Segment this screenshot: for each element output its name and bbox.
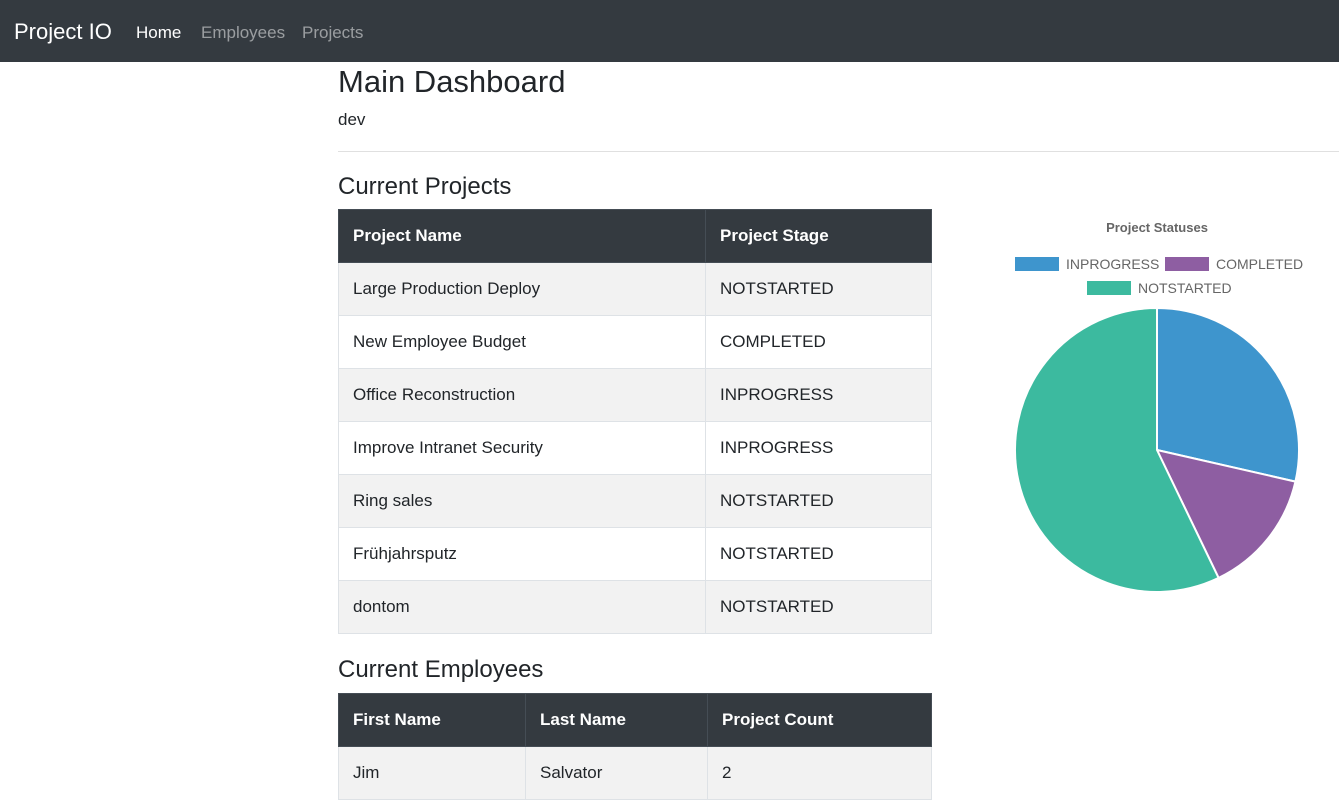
column-header-project-stage: Project Stage [705,209,932,263]
project-count-cell: 2 [707,746,932,800]
page-subtitle: dev [338,110,366,129]
nav-home[interactable]: Home [136,22,181,44]
table-row: Improve Intranet Security INPROGRESS [338,421,932,475]
divider [338,151,1339,152]
project-stage-cell: NOTSTARTED [705,580,932,634]
column-header-first-name: First Name [338,693,526,747]
page-title: Main Dashboard [338,64,566,99]
column-header-project-name: Project Name [338,209,706,263]
nav-projects[interactable]: Projects [302,22,363,44]
legend-swatch-completed[interactable] [1165,257,1209,271]
legend-label-notstarted[interactable]: NOTSTARTED [1138,280,1232,296]
project-stage-cell: INPROGRESS [705,421,932,475]
projects-table: Project Name Project Stage Large Product… [338,209,932,634]
chart-slices [1014,306,1300,593]
projects-heading: Current Projects [338,173,512,200]
project-name-cell: Ring sales [338,474,706,528]
legend-swatch-notstarted[interactable] [1087,281,1131,295]
project-name-cell: Improve Intranet Security [338,421,706,475]
table-row: Jim Salvator 2 [338,746,932,800]
employees-header-row: First Name Last Name Project Count [338,693,932,747]
table-row: Office Reconstruction INPROGRESS [338,368,932,422]
project-name-cell: Frühjahrsputz [338,527,706,581]
table-row: New Employee Budget COMPLETED [338,315,932,369]
employees-table: First Name Last Name Project Count Jim S… [338,693,932,800]
project-name-cell: Large Production Deploy [338,262,706,316]
project-status-pie-chart: Project Statuses INPROGRESS COMPLETED NOTS… [1014,220,1303,593]
table-row: Frühjahrsputz NOTSTARTED [338,527,932,581]
last-name-cell: Salvator [525,746,708,800]
table-row: Ring sales NOTSTARTED [338,474,932,528]
legend-label-inprogress[interactable]: INPROGRESS [1066,256,1159,272]
project-stage-cell: COMPLETED [705,315,932,369]
legend-swatch-inprogress[interactable] [1015,257,1059,271]
chart-legend: INPROGRESS COMPLETED NOTSTARTED [1015,256,1303,296]
project-stage-cell: INPROGRESS [705,368,932,422]
column-header-last-name: Last Name [525,693,708,747]
column-header-project-count: Project Count [707,693,932,747]
table-row: dontom NOTSTARTED [338,580,932,634]
project-stage-cell: NOTSTARTED [705,474,932,528]
chart-title: Project Statuses [1106,220,1208,235]
brand-link[interactable]: Project IO [14,18,112,46]
legend-label-completed[interactable]: COMPLETED [1216,256,1303,272]
projects-header-row: Project Name Project Stage [338,209,932,263]
first-name-cell: Jim [338,746,526,800]
employees-heading: Current Employees [338,656,544,683]
top-navbar: Project IO Home Employees Projects [0,0,1339,62]
project-stage-cell: NOTSTARTED [705,527,932,581]
project-name-cell: New Employee Budget [338,315,706,369]
nav-employees[interactable]: Employees [201,22,285,44]
table-row: Large Production Deploy NOTSTARTED [338,262,932,316]
project-name-cell: Office Reconstruction [338,368,706,422]
project-name-cell: dontom [338,580,706,634]
project-stage-cell: NOTSTARTED [705,262,932,316]
